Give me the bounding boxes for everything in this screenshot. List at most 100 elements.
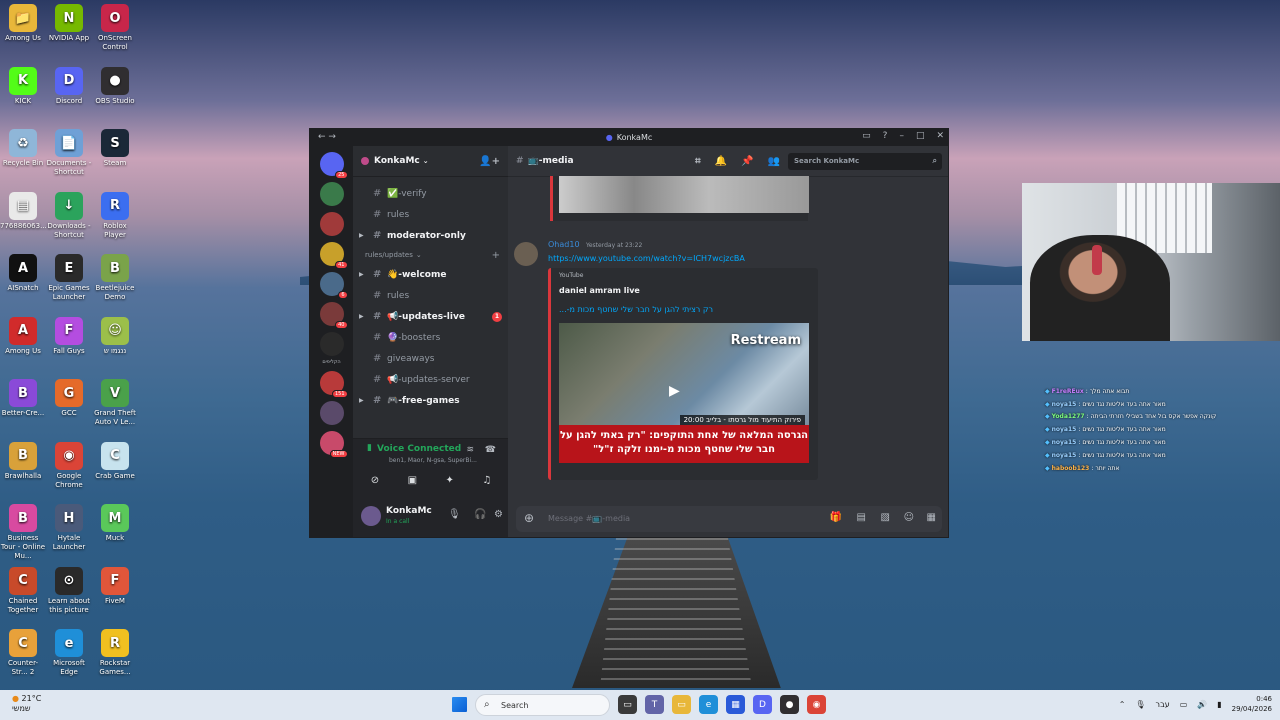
desktop-icon[interactable]: ⊙ Learn about this picture [46, 563, 92, 615]
desktop-icon[interactable]: M Muck [92, 500, 138, 543]
desktop-icon[interactable]: R Rockstar Games... [92, 625, 138, 677]
desktop-icon[interactable]: O OnScreen Control [92, 0, 138, 52]
channel-item[interactable]: ▶ # 📢-updates-live 1 [353, 306, 508, 327]
desktop-icon[interactable]: A Among Us [0, 313, 46, 356]
desktop-icon[interactable]: B Better-Cre... [0, 375, 46, 418]
gift-icon[interactable]: 🎁 [830, 512, 842, 523]
activities-icon[interactable]: ✦ [436, 471, 464, 489]
store-icon[interactable]: ▦ [726, 695, 745, 714]
desktop-icon[interactable]: B Beetlejuice Demo [92, 250, 138, 302]
weather-widget[interactable]: ● 21°C שמשי [12, 694, 41, 714]
emoji-icon[interactable]: ☺ [904, 512, 914, 523]
desktop-icon[interactable]: 📁 Among Us [0, 0, 46, 43]
camera-off-icon[interactable]: ⊘ [361, 471, 389, 489]
desktop-icon[interactable]: ● OBS Studio [92, 63, 138, 106]
chrome-taskbar-icon[interactable]: ◉ [807, 695, 826, 714]
network-icon[interactable]: ▭ [1180, 700, 1188, 709]
channel-item[interactable]: ▶ # moderator-only [353, 225, 508, 246]
server-icon[interactable]: 40 [319, 302, 348, 329]
embed-author[interactable]: daniel amram live [559, 286, 640, 295]
invite-icon[interactable]: 👤+ [479, 156, 500, 167]
desktop-icon[interactable]: N NVIDIA App [46, 0, 92, 43]
embed-title[interactable]: רק רציתי להגן על חבר שלי שחטף מכות מ-... [559, 305, 739, 314]
channel-item[interactable]: ▶ # 🎮-free-games [353, 390, 508, 411]
desktop-icon[interactable]: F Fall Guys [46, 313, 92, 356]
chevron-up-icon[interactable]: ⌃ [1119, 700, 1126, 709]
gif-icon[interactable]: ▤ [857, 512, 866, 523]
desktop-icon[interactable]: V Grand Theft Auto V Le... [92, 375, 138, 427]
desktop-icon[interactable]: S Steam [92, 125, 138, 168]
headphones-icon[interactable]: 🎧 [474, 509, 486, 520]
task-view-icon[interactable]: ▭ [618, 695, 637, 714]
edge-icon[interactable]: e [699, 695, 718, 714]
threads-icon[interactable]: ⌗ [695, 156, 701, 167]
language-indicator[interactable]: עבר [1156, 700, 1170, 709]
discord-taskbar-icon[interactable]: D [753, 695, 772, 714]
desktop-icon[interactable]: C Chained Together [0, 563, 46, 615]
message-author[interactable]: Ohad10 [548, 240, 580, 249]
server-icon[interactable]: 41 [319, 242, 348, 269]
channel-item[interactable]: # 🔮-boosters [353, 327, 508, 348]
desktop-icon[interactable]: C Counter-Str... 2 [0, 625, 46, 677]
desktop-icon[interactable]: 📄 Documents - Shortcut [46, 125, 92, 177]
back-forward-icon[interactable]: ← → [318, 132, 336, 142]
desktop-icon[interactable]: ☺ ננגמו ש [92, 313, 138, 356]
clock[interactable]: 0:46 29/04/2026 [1232, 694, 1272, 714]
video-thumbnail[interactable]: Restream ▶ פירוק התיעוד מול גרסתו - בליי… [559, 323, 809, 463]
maximize-button[interactable]: □ [916, 131, 925, 141]
play-icon[interactable]: ▶ [669, 383, 680, 399]
close-button[interactable]: ✕ [936, 131, 944, 141]
sticker-icon[interactable]: ▧ [881, 512, 890, 523]
server-icon[interactable]: 25 [319, 152, 348, 179]
channel-item[interactable]: ▶ # 👋-welcome [353, 264, 508, 285]
taskbar-search[interactable]: ⌕ Search [475, 694, 610, 716]
avatar[interactable] [361, 506, 381, 526]
desktop-icon[interactable]: D Discord [46, 63, 92, 106]
server-icon[interactable]: 6 [319, 272, 348, 299]
disconnect-icon[interactable]: ☎ [485, 445, 496, 455]
message-input[interactable]: Message #📺-media [548, 514, 630, 523]
server-icon[interactable] [319, 212, 344, 236]
avatar[interactable] [514, 242, 538, 266]
search-input[interactable]: Search KonkaMc ⌕ [788, 153, 942, 170]
voice-status[interactable]: Voice Connected [365, 444, 461, 454]
server-icon[interactable] [319, 182, 344, 206]
teams-icon[interactable]: T [645, 695, 664, 714]
username[interactable]: KonkaMc [386, 506, 432, 516]
settings-icon[interactable]: ⚙ [494, 509, 503, 520]
desktop-icon[interactable]: B Business Tour - Online Mu... [0, 500, 46, 561]
bell-icon[interactable]: 🔔 [715, 156, 727, 167]
category-header[interactable]: rules/updates ⌄ + [353, 246, 508, 264]
microphone-icon[interactable]: 🎙 [1135, 700, 1145, 709]
start-button[interactable] [452, 697, 467, 712]
volume-icon[interactable]: 🔊 [1197, 700, 1207, 709]
desktop-icon[interactable]: H Hytale Launcher [46, 500, 92, 552]
server-icon[interactable] [319, 332, 344, 356]
message-link[interactable]: https://www.youtube.com/watch?v=ICH7wcjz… [548, 254, 745, 263]
members-icon[interactable]: 👥 [768, 156, 780, 167]
desktop-icon[interactable]: C Crab Game [92, 438, 138, 481]
server-icon[interactable] [319, 401, 344, 425]
channel-item[interactable]: # giveaways [353, 348, 508, 369]
desktop-icon[interactable]: K KICK [0, 63, 46, 106]
desktop-icon[interactable]: G GCC [46, 375, 92, 418]
desktop-icon[interactable]: F FiveM [92, 563, 138, 606]
inbox-icon[interactable]: ▭ [862, 131, 871, 141]
pin-icon[interactable]: 📌 [741, 156, 753, 167]
add-channel-icon[interactable]: + [492, 250, 500, 261]
previous-embed-image[interactable] [559, 176, 809, 213]
obs-taskbar-icon[interactable]: ● [780, 695, 799, 714]
channel-item[interactable]: # rules [353, 204, 508, 225]
message-composer[interactable]: ⊕ Message #📺-media 🎁 ▤ ▧ ☺ ▦ [516, 506, 942, 532]
desktop-icon[interactable]: B Brawlhalla [0, 438, 46, 481]
desktop-icon[interactable]: R Roblox Player [92, 188, 138, 240]
desktop-icon[interactable]: ♻ Recycle Bin [0, 125, 46, 168]
channel-item[interactable]: # 📢-updates-server [353, 369, 508, 390]
help-icon[interactable]: ? [883, 131, 888, 141]
file-explorer-icon[interactable]: ▭ [672, 695, 691, 714]
battery-icon[interactable]: ▮ [1217, 700, 1221, 709]
minimize-button[interactable]: – [899, 131, 904, 141]
desktop-icon[interactable]: E Epic Games Launcher [46, 250, 92, 302]
desktop-icon[interactable]: e Microsoft Edge [46, 625, 92, 677]
attach-icon[interactable]: ⊕ [524, 511, 534, 525]
